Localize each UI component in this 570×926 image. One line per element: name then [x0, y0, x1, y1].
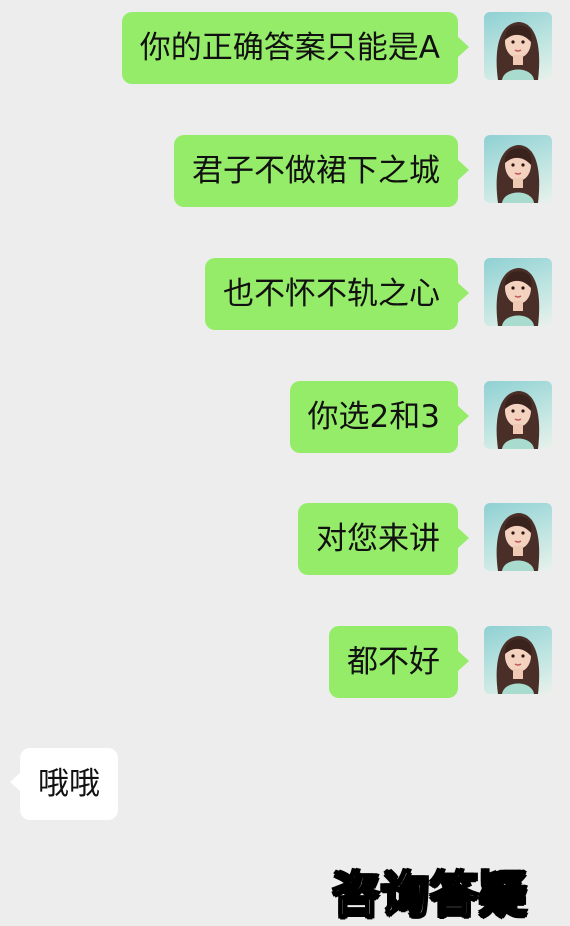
message-bubble-outgoing[interactable]: 都不好 — [329, 626, 469, 698]
portrait-icon — [496, 513, 540, 571]
user-avatar[interactable] — [484, 381, 552, 449]
message-bubble-incoming[interactable]: 哦哦 — [10, 748, 118, 820]
watermark-caption: 咨询答疑 — [331, 866, 529, 924]
message-row-outgoing: 你选2和3 — [289, 381, 552, 453]
portrait-icon — [496, 145, 540, 203]
user-avatar[interactable] — [484, 12, 552, 80]
message-bubble-outgoing[interactable]: 你选2和3 — [289, 381, 470, 453]
message-bubble-outgoing[interactable]: 你的正确答案只能是A — [121, 12, 470, 84]
chat-area: 你的正确答案只能是A 君子不做裙下之城 也不怀不轨之心 你选2和3 对您来讲 都… — [0, 0, 570, 926]
user-avatar[interactable] — [484, 626, 552, 694]
message-row-outgoing: 对您来讲 — [298, 503, 552, 575]
portrait-icon — [496, 391, 540, 449]
message-bubble-outgoing[interactable]: 君子不做裙下之城 — [174, 135, 469, 207]
message-row-incoming: 哦哦 — [10, 748, 118, 820]
user-avatar[interactable] — [484, 135, 552, 203]
message-row-outgoing: 也不怀不轨之心 — [205, 258, 552, 330]
message-row-outgoing: 都不好 — [329, 626, 552, 698]
message-bubble-outgoing[interactable]: 对您来讲 — [298, 503, 469, 575]
message-row-outgoing: 你的正确答案只能是A — [121, 12, 552, 84]
user-avatar[interactable] — [484, 503, 552, 571]
message-bubble-outgoing[interactable]: 也不怀不轨之心 — [205, 258, 469, 330]
portrait-icon — [496, 22, 540, 80]
message-row-outgoing: 君子不做裙下之城 — [174, 135, 552, 207]
portrait-icon — [496, 636, 540, 694]
portrait-icon — [496, 268, 540, 326]
user-avatar[interactable] — [484, 258, 552, 326]
